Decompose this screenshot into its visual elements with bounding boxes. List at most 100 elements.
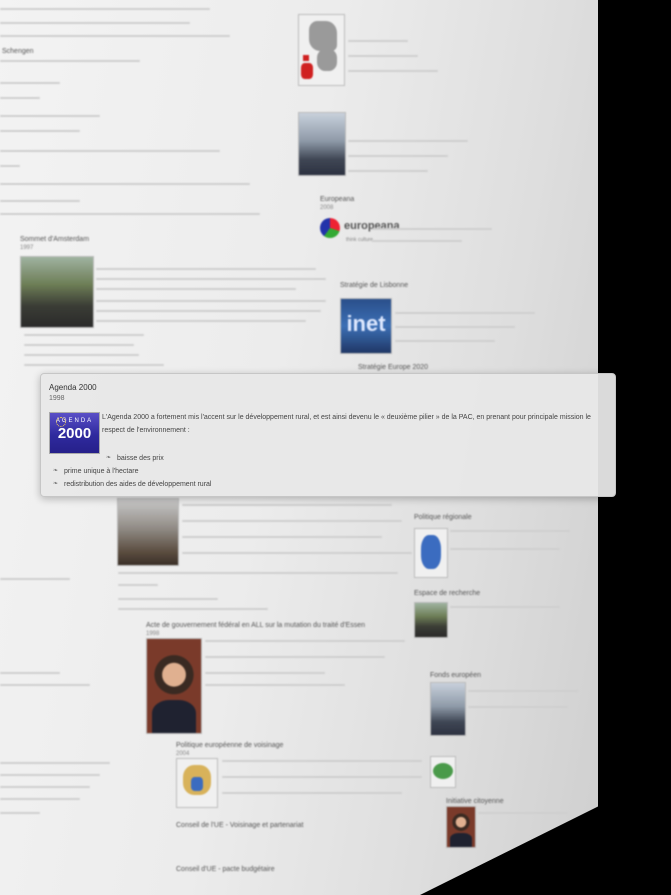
building-photo xyxy=(298,112,346,176)
research-photo xyxy=(414,602,448,638)
text-line xyxy=(0,684,90,686)
text-line xyxy=(348,40,408,42)
item-title: Acte de gouvernement fédéral en ALL sur … xyxy=(146,622,365,629)
map-highlight xyxy=(301,63,313,79)
text-line xyxy=(450,606,560,608)
item-title: Initiative citoyenne xyxy=(446,798,504,805)
item-title: Europeana xyxy=(320,196,355,203)
map-land xyxy=(421,535,441,569)
portrait-suit xyxy=(152,700,196,733)
text-line xyxy=(468,690,578,692)
europe-map-thumbnail xyxy=(298,14,345,86)
text-line xyxy=(348,70,438,72)
text-line xyxy=(395,340,495,342)
item-title: Stratégie de Lisbonne xyxy=(340,282,409,289)
section-heading: Schengen xyxy=(2,48,34,55)
text-line xyxy=(205,640,405,642)
logo-big-text: 2000 xyxy=(57,425,92,442)
text-line xyxy=(205,656,385,658)
item-title: Fonds européen xyxy=(430,672,481,679)
bullet-icon: ❧ xyxy=(53,468,59,474)
item-year: 1998 xyxy=(146,631,160,637)
text-line xyxy=(96,300,326,302)
text-line xyxy=(0,82,60,84)
text-line xyxy=(0,22,190,24)
list-item: ❧ baisse des prix xyxy=(106,452,211,465)
text-line xyxy=(395,312,535,314)
text-line xyxy=(24,354,139,356)
text-line xyxy=(0,130,80,132)
fund-photo xyxy=(430,682,466,736)
text-line xyxy=(96,320,306,322)
map-land xyxy=(309,21,337,51)
text-line xyxy=(96,268,316,270)
text-line xyxy=(0,150,220,152)
text-line xyxy=(182,552,412,554)
text-line xyxy=(118,598,218,600)
europeana-tagline: think culture xyxy=(346,237,373,243)
text-line xyxy=(0,60,140,62)
text-line xyxy=(0,183,250,185)
text-line xyxy=(24,364,164,366)
agenda-2000-popover[interactable]: Agenda 2000 1998 AGENDA 2000 L'Agenda 20… xyxy=(40,373,616,497)
item-year: 2008 xyxy=(320,205,334,211)
text-line xyxy=(348,170,428,172)
text-line xyxy=(0,165,20,167)
text-line xyxy=(96,288,296,290)
text-line xyxy=(222,776,422,778)
text-line xyxy=(0,672,60,674)
bullet-icon: ❧ xyxy=(53,481,59,487)
bullet-icon: ❧ xyxy=(106,455,112,461)
citizen-photo xyxy=(446,806,476,848)
item-title: Sommet d'Amsterdam xyxy=(20,236,90,243)
list-item: ❧ prime unique à l'hectare xyxy=(53,465,211,478)
text-line xyxy=(0,762,110,764)
text-line xyxy=(96,278,326,280)
text-line xyxy=(372,240,462,242)
agenda-2000-logo: AGENDA 2000 xyxy=(49,412,100,454)
popover-item-list: ❧ baisse des prix ❧ prime unique à l'hecta… xyxy=(53,452,211,491)
text-line xyxy=(450,548,560,550)
text-line xyxy=(0,578,70,580)
text-line xyxy=(0,200,80,202)
logo-thumbnail xyxy=(430,756,456,788)
eu-stars-icon xyxy=(56,417,66,427)
text-line xyxy=(0,8,210,10)
item-title: Politique européenne de voisinage xyxy=(176,742,284,749)
item-year: 1997 xyxy=(20,245,34,251)
text-line xyxy=(205,672,325,674)
item-title: Conseil de l'UE - Voisinage et partenari… xyxy=(176,822,304,829)
text-line xyxy=(0,786,90,788)
text-line xyxy=(182,536,382,538)
popover-year: 1998 xyxy=(49,395,65,402)
text-line xyxy=(0,798,80,800)
popover-title: Agenda 2000 xyxy=(49,383,97,392)
text-line xyxy=(182,504,392,506)
text-line xyxy=(222,760,422,762)
map-land xyxy=(317,49,337,71)
europeana-badge-icon xyxy=(320,218,340,238)
map-highlight xyxy=(191,777,203,791)
text-line xyxy=(0,97,40,99)
text-line xyxy=(222,792,402,794)
street-photo xyxy=(117,498,179,566)
text-line xyxy=(182,520,402,522)
map-highlight xyxy=(303,55,309,61)
map-land xyxy=(433,763,453,779)
portrait-suit xyxy=(449,833,473,847)
text-line xyxy=(0,213,260,215)
text-line xyxy=(395,326,515,328)
item-title: Politique régionale xyxy=(414,514,472,521)
list-item-text: prime unique à l'hectare xyxy=(64,468,139,475)
text-line xyxy=(24,334,144,336)
list-item-text: baisse des prix xyxy=(117,455,164,462)
text-line xyxy=(118,608,268,610)
item-title: Stratégie Europe 2020 xyxy=(358,364,429,371)
inet-photo: inet xyxy=(340,298,392,354)
text-line xyxy=(118,584,158,586)
text-line xyxy=(118,572,398,574)
text-line xyxy=(348,155,448,157)
item-year: 2004 xyxy=(176,751,190,757)
text-line xyxy=(0,35,230,37)
text-line xyxy=(468,706,568,708)
